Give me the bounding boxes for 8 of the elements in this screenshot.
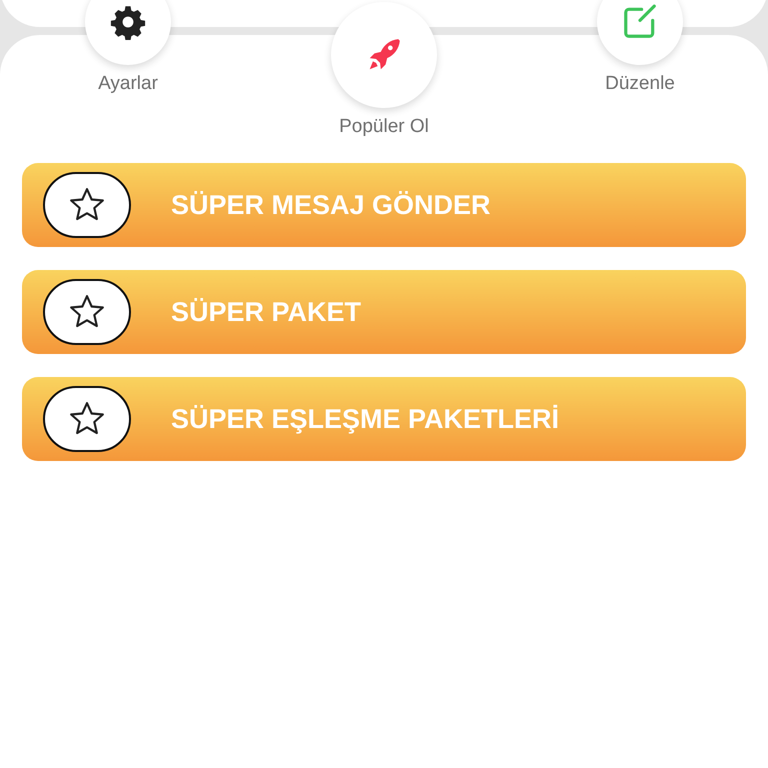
promo-button[interactable]: SÜPER MESAJ GÖNDER — [22, 163, 746, 247]
settings-icon — [110, 4, 146, 40]
action-label: Ayarlar — [98, 73, 158, 95]
action-label: Düzenle — [605, 73, 675, 95]
edit-icon — [621, 3, 659, 41]
promo-button[interactable]: SÜPER PAKET — [22, 270, 746, 354]
promo-button[interactable]: SÜPER EŞLEŞME PAKETLERİ — [22, 377, 746, 461]
action-label: Popüler Ol — [339, 116, 429, 138]
